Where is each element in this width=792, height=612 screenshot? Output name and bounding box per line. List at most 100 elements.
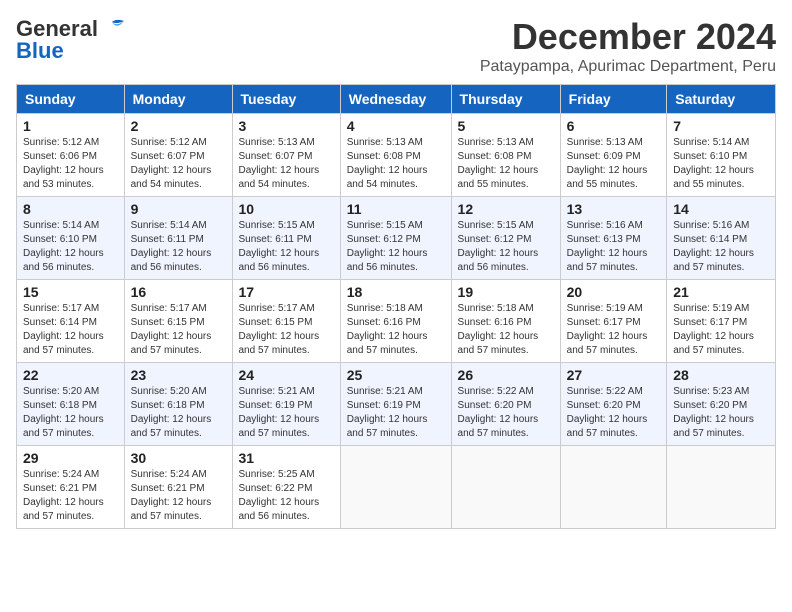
calendar-cell: 9 Sunrise: 5:14 AMSunset: 6:11 PMDaylight… — [124, 197, 232, 280]
day-number: 30 — [131, 450, 226, 466]
header-friday: Friday — [560, 85, 667, 114]
calendar-cell: 2 Sunrise: 5:12 AMSunset: 6:07 PMDaylight… — [124, 114, 232, 197]
day-info: Sunrise: 5:22 AMSunset: 6:20 PMDaylight:… — [567, 385, 661, 441]
calendar-cell: 15Sunrise: 5:17 AMSunset: 6:14 PMDayligh… — [17, 280, 125, 363]
day-number: 21 — [673, 284, 769, 300]
calendar-cell: 28 Sunrise: 5:23 AMSunset: 6:20 PMDayligh… — [667, 363, 776, 446]
calendar-week-3: 15Sunrise: 5:17 AMSunset: 6:14 PMDayligh… — [17, 280, 776, 363]
day-info: Sunrise: 5:17 AMSunset: 6:15 PMDaylight:… — [239, 302, 334, 358]
day-info: Sunrise: 5:19 AMSunset: 6:17 PMDaylight:… — [673, 302, 769, 358]
day-info: Sunrise: 5:13 AMSunset: 6:09 PMDaylight:… — [567, 136, 661, 192]
calendar-cell: 21 Sunrise: 5:19 AMSunset: 6:17 PMDayligh… — [667, 280, 776, 363]
day-number: 14 — [673, 201, 769, 217]
day-number: 31 — [239, 450, 334, 466]
calendar-cell: 25 Sunrise: 5:21 AMSunset: 6:19 PMDayligh… — [340, 363, 451, 446]
title-section: December 2024 Pataypampa, Apurimac Depar… — [480, 16, 776, 76]
day-info: Sunrise: 5:18 AMSunset: 6:16 PMDaylight:… — [347, 302, 445, 358]
day-info: Sunrise: 5:20 AMSunset: 6:18 PMDaylight:… — [131, 385, 226, 441]
day-info: Sunrise: 5:14 AMSunset: 6:10 PMDaylight:… — [673, 136, 769, 192]
day-number: 6 — [567, 118, 661, 134]
day-info: Sunrise: 5:25 AMSunset: 6:22 PMDaylight:… — [239, 468, 334, 524]
calendar-table: Sunday Monday Tuesday Wednesday Thursday… — [16, 84, 776, 529]
day-number: 5 — [458, 118, 554, 134]
day-number: 1 — [23, 118, 118, 134]
day-info: Sunrise: 5:23 AMSunset: 6:20 PMDaylight:… — [673, 385, 769, 441]
day-number: 13 — [567, 201, 661, 217]
day-info: Sunrise: 5:22 AMSunset: 6:20 PMDaylight:… — [458, 385, 554, 441]
day-info: Sunrise: 5:13 AMSunset: 6:08 PMDaylight:… — [458, 136, 554, 192]
calendar-cell: 22 Sunrise: 5:20 AMSunset: 6:18 PMDayligh… — [17, 363, 125, 446]
calendar-cell: 20Sunrise: 5:19 AMSunset: 6:17 PMDayligh… — [560, 280, 667, 363]
calendar-week-5: 29 Sunrise: 5:24 AMSunset: 6:21 PMDayligh… — [17, 446, 776, 529]
calendar-cell — [560, 446, 667, 529]
header-wednesday: Wednesday — [340, 85, 451, 114]
day-number: 26 — [458, 367, 554, 383]
day-info: Sunrise: 5:24 AMSunset: 6:21 PMDaylight:… — [131, 468, 226, 524]
day-number: 10 — [239, 201, 334, 217]
day-info: Sunrise: 5:18 AMSunset: 6:16 PMDaylight:… — [458, 302, 554, 358]
day-number: 7 — [673, 118, 769, 134]
calendar-cell: 4Sunrise: 5:13 AMSunset: 6:08 PMDaylight… — [340, 114, 451, 197]
month-title: December 2024 — [480, 16, 776, 58]
day-number: 19 — [458, 284, 554, 300]
calendar-cell: 3Sunrise: 5:13 AMSunset: 6:07 PMDaylight… — [232, 114, 340, 197]
calendar-cell: 26 Sunrise: 5:22 AMSunset: 6:20 PMDayligh… — [451, 363, 560, 446]
day-info: Sunrise: 5:12 AMSunset: 6:07 PMDaylight:… — [131, 136, 226, 192]
day-number: 18 — [347, 284, 445, 300]
header-sunday: Sunday — [17, 85, 125, 114]
day-info: Sunrise: 5:17 AMSunset: 6:15 PMDaylight:… — [131, 302, 226, 358]
header-thursday: Thursday — [451, 85, 560, 114]
header-saturday: Saturday — [667, 85, 776, 114]
calendar-cell — [451, 446, 560, 529]
day-info: Sunrise: 5:19 AMSunset: 6:17 PMDaylight:… — [567, 302, 661, 358]
calendar-header-row: Sunday Monday Tuesday Wednesday Thursday… — [17, 85, 776, 114]
location-subtitle: Pataypampa, Apurimac Department, Peru — [480, 58, 776, 76]
calendar-cell: 10 Sunrise: 5:15 AMSunset: 6:11 PMDayligh… — [232, 197, 340, 280]
day-info: Sunrise: 5:14 AMSunset: 6:11 PMDaylight:… — [131, 219, 226, 275]
calendar-cell — [340, 446, 451, 529]
day-number: 28 — [673, 367, 769, 383]
day-number: 23 — [131, 367, 226, 383]
page-header: General Blue December 2024 Pataypampa, A… — [16, 16, 776, 76]
calendar-cell: 29 Sunrise: 5:24 AMSunset: 6:21 PMDayligh… — [17, 446, 125, 529]
day-number: 25 — [347, 367, 445, 383]
calendar-cell: 18 Sunrise: 5:18 AMSunset: 6:16 PMDayligh… — [340, 280, 451, 363]
day-info: Sunrise: 5:20 AMSunset: 6:18 PMDaylight:… — [23, 385, 118, 441]
day-info: Sunrise: 5:17 AMSunset: 6:14 PMDaylight:… — [23, 302, 118, 358]
calendar-cell: 5 Sunrise: 5:13 AMSunset: 6:08 PMDaylight… — [451, 114, 560, 197]
day-number: 2 — [131, 118, 226, 134]
day-number: 8 — [23, 201, 118, 217]
calendar-cell: 19 Sunrise: 5:18 AMSunset: 6:16 PMDayligh… — [451, 280, 560, 363]
calendar-cell: 23 Sunrise: 5:20 AMSunset: 6:18 PMDayligh… — [124, 363, 232, 446]
calendar-cell: 6 Sunrise: 5:13 AMSunset: 6:09 PMDaylight… — [560, 114, 667, 197]
header-monday: Monday — [124, 85, 232, 114]
day-number: 27 — [567, 367, 661, 383]
day-info: Sunrise: 5:15 AMSunset: 6:12 PMDaylight:… — [458, 219, 554, 275]
calendar-cell: 8 Sunrise: 5:14 AMSunset: 6:10 PMDaylight… — [17, 197, 125, 280]
calendar-cell — [667, 446, 776, 529]
day-number: 22 — [23, 367, 118, 383]
calendar-cell: 24Sunrise: 5:21 AMSunset: 6:19 PMDayligh… — [232, 363, 340, 446]
calendar-cell: 12 Sunrise: 5:15 AMSunset: 6:12 PMDayligh… — [451, 197, 560, 280]
day-info: Sunrise: 5:12 AMSunset: 6:06 PMDaylight:… — [23, 136, 118, 192]
day-info: Sunrise: 5:15 AMSunset: 6:12 PMDaylight:… — [347, 219, 445, 275]
calendar-cell: 11 Sunrise: 5:15 AMSunset: 6:12 PMDayligh… — [340, 197, 451, 280]
day-info: Sunrise: 5:15 AMSunset: 6:11 PMDaylight:… — [239, 219, 334, 275]
day-info: Sunrise: 5:14 AMSunset: 6:10 PMDaylight:… — [23, 219, 118, 275]
calendar-cell: 16 Sunrise: 5:17 AMSunset: 6:15 PMDayligh… — [124, 280, 232, 363]
day-number: 29 — [23, 450, 118, 466]
day-info: Sunrise: 5:24 AMSunset: 6:21 PMDaylight:… — [23, 468, 118, 524]
logo-text-blue: Blue — [16, 38, 64, 64]
calendar-cell: 14Sunrise: 5:16 AMSunset: 6:14 PMDayligh… — [667, 197, 776, 280]
day-number: 11 — [347, 201, 445, 217]
day-number: 16 — [131, 284, 226, 300]
calendar-week-1: 1 Sunrise: 5:12 AMSunset: 6:06 PMDaylight… — [17, 114, 776, 197]
day-number: 12 — [458, 201, 554, 217]
day-number: 24 — [239, 367, 334, 383]
day-info: Sunrise: 5:16 AMSunset: 6:13 PMDaylight:… — [567, 219, 661, 275]
day-info: Sunrise: 5:21 AMSunset: 6:19 PMDaylight:… — [347, 385, 445, 441]
day-number: 9 — [131, 201, 226, 217]
logo-bird-icon — [98, 18, 128, 40]
day-info: Sunrise: 5:13 AMSunset: 6:08 PMDaylight:… — [347, 136, 445, 192]
calendar-cell: 13 Sunrise: 5:16 AMSunset: 6:13 PMDayligh… — [560, 197, 667, 280]
